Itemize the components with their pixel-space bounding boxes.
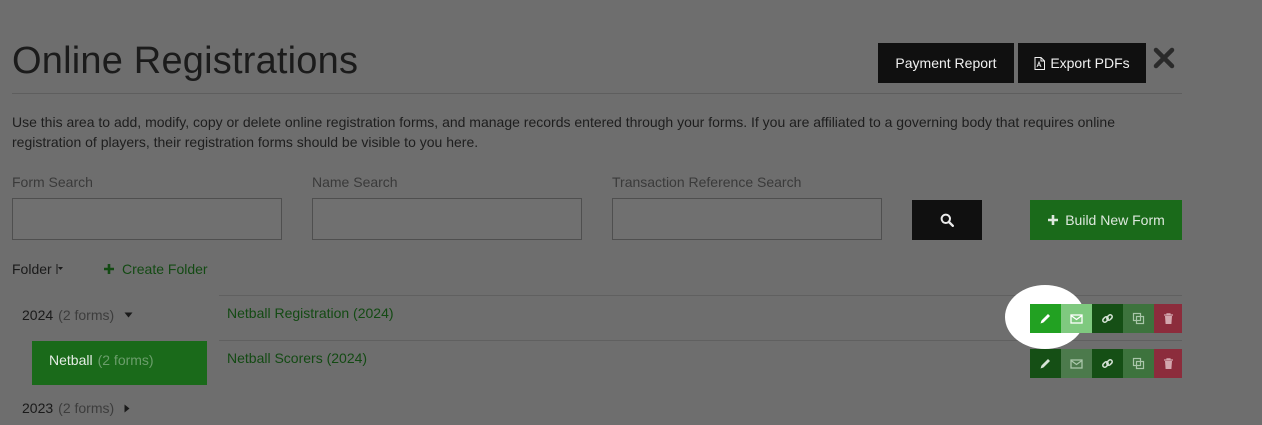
copy-button[interactable] — [1123, 349, 1154, 378]
plus-icon — [103, 263, 115, 275]
folder-item-2023[interactable]: 2023 (2 forms) — [22, 400, 130, 416]
payment-report-button[interactable]: Payment Report — [878, 43, 1014, 83]
folder-name: 2024 — [22, 307, 54, 323]
envelope-icon — [1070, 312, 1083, 325]
form-search-input[interactable] — [12, 198, 282, 240]
transaction-search-label: Transaction Reference Search — [612, 174, 802, 190]
link-icon — [1101, 312, 1114, 325]
caret-right-icon — [124, 404, 130, 413]
email-button[interactable] — [1061, 349, 1092, 378]
folder-count: (2 forms) — [58, 307, 115, 323]
create-folder-label: Create Folder — [122, 261, 208, 277]
link-button[interactable] — [1092, 349, 1123, 378]
build-new-form-button[interactable]: Build New Form — [1030, 200, 1182, 240]
name-search-label: Name Search — [312, 174, 398, 190]
name-search-input[interactable] — [312, 198, 582, 240]
build-new-form-label: Build New Form — [1065, 212, 1165, 228]
folder-count: (2 forms) — [58, 400, 115, 416]
export-pdfs-label: Export PDFs — [1050, 55, 1130, 71]
edit-button[interactable] — [1030, 304, 1061, 333]
header-divider — [12, 93, 1182, 94]
caret-down-icon — [56, 263, 64, 275]
delete-button[interactable] — [1154, 304, 1182, 333]
edit-button[interactable] — [1030, 349, 1061, 378]
pdf-file-icon — [1034, 56, 1046, 70]
payment-report-label: Payment Report — [895, 55, 997, 71]
form-link-netball-scorers[interactable]: Netball Scorers (2024) — [227, 350, 367, 366]
email-button[interactable] — [1061, 304, 1092, 333]
folder-label: Folder — [12, 261, 52, 277]
copy-icon — [1132, 357, 1145, 370]
envelope-icon — [1070, 357, 1083, 370]
caret-down-icon — [124, 312, 133, 318]
copy-button[interactable] — [1123, 304, 1154, 333]
transaction-search-input[interactable] — [612, 198, 882, 240]
page-title: Online Registrations — [12, 40, 359, 82]
search-icon — [940, 213, 954, 227]
folder-name: 2023 — [22, 400, 54, 416]
page-description: Use this area to add, modify, copy or de… — [12, 114, 1115, 150]
trash-icon — [1162, 357, 1175, 370]
search-button[interactable] — [912, 200, 982, 240]
form-link-netball-registration[interactable]: Netball Registration (2024) — [227, 305, 394, 321]
copy-icon — [1132, 312, 1145, 325]
folder-item-2024[interactable]: 2024 (2 forms) — [22, 307, 133, 323]
folder-count: (2 forms) — [97, 352, 154, 368]
delete-button[interactable] — [1154, 349, 1182, 378]
trash-icon — [1162, 312, 1175, 325]
folder-item-netball[interactable]: Netball (2 forms) — [32, 341, 207, 385]
plus-icon — [1047, 214, 1059, 226]
folder-dropdown[interactable]: Folder — [12, 261, 64, 277]
export-pdfs-button[interactable]: Export PDFs — [1018, 43, 1146, 83]
pencil-icon — [1039, 357, 1052, 370]
close-icon[interactable] — [1153, 47, 1175, 69]
folder-name: Netball — [49, 352, 93, 368]
link-button[interactable] — [1092, 304, 1123, 333]
pencil-icon — [1039, 312, 1052, 325]
form-search-label: Form Search — [12, 174, 93, 190]
link-icon — [1101, 357, 1114, 370]
create-folder-button[interactable]: Create Folder — [103, 261, 208, 277]
